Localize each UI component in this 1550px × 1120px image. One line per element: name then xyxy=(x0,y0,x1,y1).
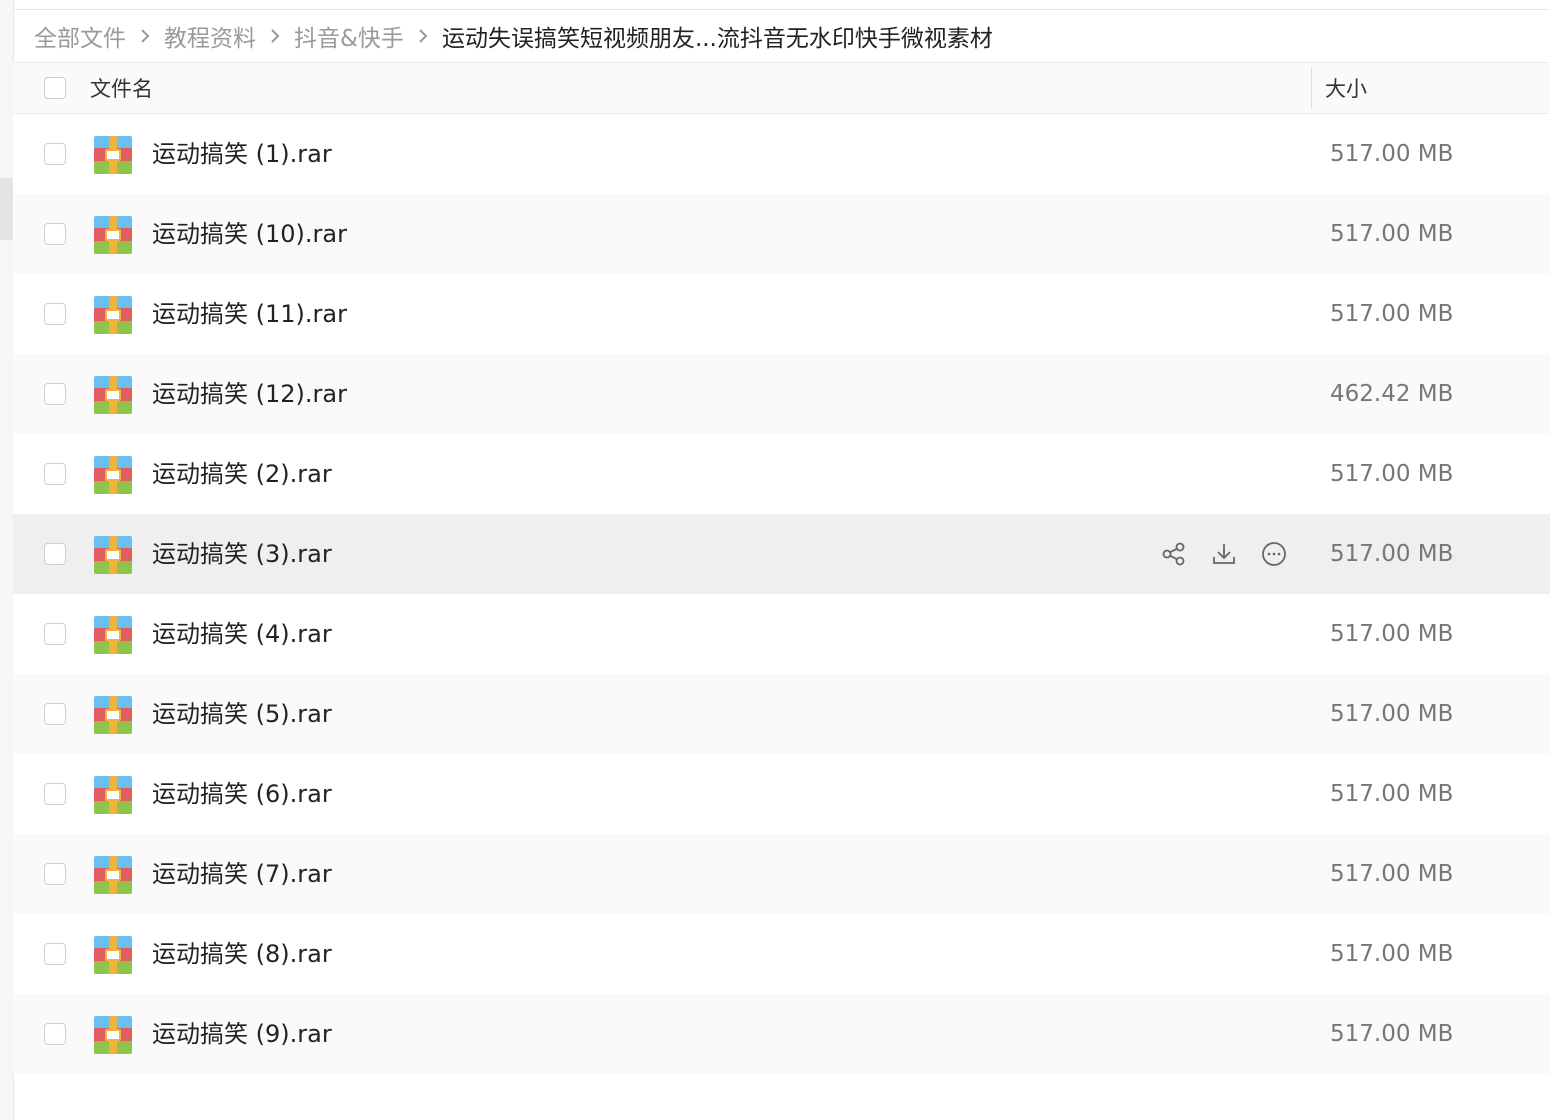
row-checkbox[interactable] xyxy=(44,463,66,485)
file-name[interactable]: 运动搞笑 (11).rar xyxy=(152,274,347,354)
row-checkbox[interactable] xyxy=(44,383,66,405)
column-header-name[interactable]: 文件名 xyxy=(90,63,153,115)
file-row[interactable]: 运动搞笑 (9).rar 517.00 MB xyxy=(13,994,1550,1074)
file-row[interactable]: 运动搞笑 (5).rar 517.00 MB xyxy=(13,674,1550,754)
file-row[interactable]: 运动搞笑 (2).rar 517.00 MB xyxy=(13,434,1550,514)
row-actions xyxy=(1158,538,1290,570)
file-size: 517.00 MB xyxy=(1330,621,1454,647)
chevron-right-icon xyxy=(404,10,442,62)
row-checkbox[interactable] xyxy=(44,143,66,165)
row-checkbox[interactable] xyxy=(44,623,66,645)
rar-file-icon xyxy=(94,776,132,814)
file-name[interactable]: 运动搞笑 (5).rar xyxy=(152,674,332,754)
file-size: 517.00 MB xyxy=(1330,941,1454,967)
file-name[interactable]: 运动搞笑 (10).rar xyxy=(152,194,347,274)
rar-file-icon xyxy=(94,856,132,894)
file-row[interactable]: 运动搞笑 (6).rar 517.00 MB xyxy=(13,754,1550,834)
file-size: 517.00 MB xyxy=(1330,141,1454,167)
breadcrumb: 全部文件 教程资料 抖音&快手 运动失误搞笑短视频朋友...流抖音无水印快手微视… xyxy=(13,10,1550,62)
file-size: 517.00 MB xyxy=(1330,221,1454,247)
file-size: 517.00 MB xyxy=(1330,701,1454,727)
file-list: 运动搞笑 (1).rar 517.00 MB 运动搞笑 (10).rar 517.00… xyxy=(13,114,1550,1074)
rar-file-icon xyxy=(94,456,132,494)
file-table: 文件名 大小 运动搞笑 (1).rar 517.00 MB 运动搞笑 (10).ra… xyxy=(13,62,1550,1074)
breadcrumb-douyin-kuaishou[interactable]: 抖音&快手 xyxy=(294,19,404,53)
side-panel-marker xyxy=(0,178,13,240)
column-divider[interactable] xyxy=(1311,67,1312,109)
file-name[interactable]: 运动搞笑 (3).rar xyxy=(152,514,332,594)
more-icon[interactable] xyxy=(1258,538,1290,570)
rar-file-icon xyxy=(94,696,132,734)
file-name[interactable]: 运动搞笑 (9).rar xyxy=(152,994,332,1074)
row-checkbox[interactable] xyxy=(44,223,66,245)
row-checkbox[interactable] xyxy=(44,543,66,565)
rar-file-icon xyxy=(94,136,132,174)
rar-file-icon xyxy=(94,936,132,974)
breadcrumb-current-folder: 运动失误搞笑短视频朋友...流抖音无水印快手微视素材 xyxy=(441,26,993,52)
row-checkbox[interactable] xyxy=(44,303,66,325)
file-size: 517.00 MB xyxy=(1330,1021,1454,1047)
file-name[interactable]: 运动搞笑 (2).rar xyxy=(152,434,332,514)
file-name[interactable]: 运动搞笑 (1).rar xyxy=(152,114,332,194)
chevron-right-icon xyxy=(126,10,164,62)
chevron-right-icon xyxy=(256,10,294,62)
download-icon[interactable] xyxy=(1208,538,1240,570)
file-name[interactable]: 运动搞笑 (4).rar xyxy=(152,594,332,674)
rar-file-icon xyxy=(94,376,132,414)
file-row[interactable]: 运动搞笑 (8).rar 517.00 MB xyxy=(13,914,1550,994)
file-row[interactable]: 运动搞笑 (7).rar 517.00 MB xyxy=(13,834,1550,914)
file-row[interactable]: 运动搞笑 (11).rar 517.00 MB xyxy=(13,274,1550,354)
file-size: 462.42 MB xyxy=(1330,381,1454,407)
share-icon[interactable] xyxy=(1158,538,1190,570)
side-panel-edge xyxy=(0,0,14,1120)
file-row[interactable]: 运动搞笑 (4).rar 517.00 MB xyxy=(13,594,1550,674)
file-name[interactable]: 运动搞笑 (6).rar xyxy=(152,754,332,834)
column-header-size[interactable]: 大小 xyxy=(1325,63,1367,115)
file-size: 517.00 MB xyxy=(1330,541,1454,567)
rar-file-icon xyxy=(94,536,132,574)
rar-file-icon xyxy=(94,616,132,654)
file-name[interactable]: 运动搞笑 (8).rar xyxy=(152,914,332,994)
file-row[interactable]: 运动搞笑 (12).rar 462.42 MB xyxy=(13,354,1550,434)
breadcrumb-tutorials[interactable]: 教程资料 xyxy=(164,19,256,53)
file-row[interactable]: 运动搞笑 (3).rar 517.00 MB xyxy=(13,514,1550,594)
file-size: 517.00 MB xyxy=(1330,301,1454,327)
row-checkbox[interactable] xyxy=(44,1023,66,1045)
select-all-checkbox[interactable] xyxy=(44,77,66,99)
rar-file-icon xyxy=(94,296,132,334)
row-checkbox[interactable] xyxy=(44,863,66,885)
file-row[interactable]: 运动搞笑 (10).rar 517.00 MB xyxy=(13,194,1550,274)
breadcrumb-all-files[interactable]: 全部文件 xyxy=(34,19,126,53)
file-size: 517.00 MB xyxy=(1330,781,1454,807)
file-size: 517.00 MB xyxy=(1330,861,1454,887)
row-checkbox[interactable] xyxy=(44,783,66,805)
file-size: 517.00 MB xyxy=(1330,461,1454,487)
file-name[interactable]: 运动搞笑 (7).rar xyxy=(152,834,332,914)
row-checkbox[interactable] xyxy=(44,943,66,965)
file-name[interactable]: 运动搞笑 (12).rar xyxy=(152,354,347,434)
row-checkbox[interactable] xyxy=(44,703,66,725)
rar-file-icon xyxy=(94,216,132,254)
file-row[interactable]: 运动搞笑 (1).rar 517.00 MB xyxy=(13,114,1550,194)
table-header: 文件名 大小 xyxy=(13,62,1550,114)
rar-file-icon xyxy=(94,1016,132,1054)
